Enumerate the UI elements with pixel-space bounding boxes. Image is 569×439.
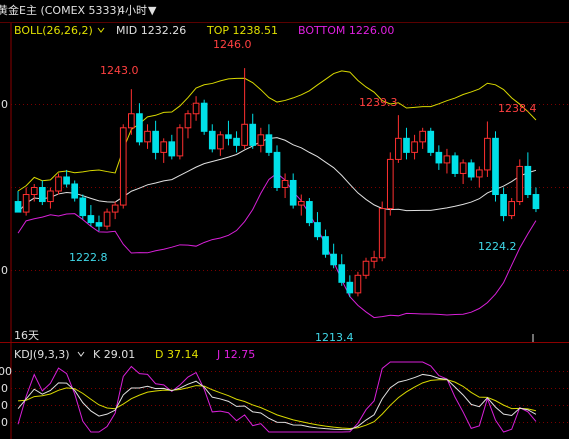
candle-down xyxy=(314,222,321,238)
candle-up xyxy=(370,257,378,262)
price-chart[interactable]: 黄金E主 (COMEX 5333) 4小时 ▼ BOLL(26,26,2) MI… xyxy=(0,0,569,439)
candle-up xyxy=(217,134,224,150)
candle-up xyxy=(241,123,248,146)
kdj-d-value: D 37.14 xyxy=(155,348,198,361)
candle-up xyxy=(160,141,168,153)
candle-down xyxy=(63,176,70,185)
period-selector[interactable]: 4小时 xyxy=(118,4,147,17)
candle-up xyxy=(419,130,426,143)
candle-up xyxy=(184,113,192,129)
candle-down xyxy=(322,236,329,255)
candle-down xyxy=(492,137,499,196)
candle-down xyxy=(306,201,313,224)
candle-up xyxy=(297,201,305,206)
instrument-title: 黄金E主 (COMEX 5333) xyxy=(0,3,121,17)
candle-down xyxy=(200,102,208,132)
chevron-down-icon[interactable] xyxy=(97,27,105,33)
candle-up xyxy=(47,190,54,203)
kdj-k-value: K 29.01 xyxy=(93,348,135,361)
boll-bottom-line xyxy=(17,172,537,319)
candle-up xyxy=(103,211,111,227)
low-label: 1224.2 xyxy=(478,240,517,253)
kdj-j-value: J 12.75 xyxy=(216,348,255,361)
candle-down xyxy=(71,183,79,199)
candle-down xyxy=(38,187,46,203)
candle-up xyxy=(362,260,370,276)
candle-down xyxy=(14,201,22,213)
candle-up xyxy=(443,155,451,164)
candle-up xyxy=(30,187,38,196)
boll-mid-value: MID 1232.26 xyxy=(116,24,186,37)
high-label: 1243.0 xyxy=(100,64,139,77)
candle-down xyxy=(346,281,354,294)
boll-indicator-label[interactable]: BOLL(26,26,2) xyxy=(14,24,93,37)
candle-up xyxy=(281,179,289,189)
kdj-indicator-label[interactable]: KDJ(9,3,3) xyxy=(14,348,70,361)
candle-up xyxy=(111,204,119,213)
candle-down xyxy=(249,123,257,146)
candle-up xyxy=(508,201,516,217)
high-label: 1246.0 xyxy=(213,38,252,51)
boll-top-value: TOP 1238.51 xyxy=(206,24,278,37)
candle-down xyxy=(435,151,443,164)
candle-down xyxy=(168,141,176,157)
candle-down xyxy=(427,130,435,153)
candle-up xyxy=(411,141,418,153)
kdj-axis-label: 00 xyxy=(0,365,12,378)
low-label: 1213.4 xyxy=(315,331,354,344)
candle-up xyxy=(128,113,135,129)
candle-up xyxy=(176,127,184,157)
kdj-lines xyxy=(17,361,537,433)
candle-up xyxy=(395,137,402,160)
high-label: 1238.4 xyxy=(498,102,537,115)
candle-down xyxy=(500,194,507,217)
price-annotations: 1243.0 1246.0 1239.3 1238.4 1222.8 1213.… xyxy=(69,38,537,344)
chevron-down-icon[interactable]: ▼ xyxy=(148,4,157,17)
candle-up xyxy=(516,165,524,203)
candle-up xyxy=(475,169,483,178)
kdj-axis-label: 0 xyxy=(1,382,8,395)
candle-down xyxy=(79,197,87,217)
candle-up xyxy=(484,137,491,171)
candle-up xyxy=(354,274,362,294)
high-label: 1239.3 xyxy=(359,96,398,109)
chart-grid xyxy=(0,22,569,439)
candle-down xyxy=(524,165,532,196)
candle-up xyxy=(257,134,265,146)
candle-up xyxy=(192,102,200,115)
candle-down xyxy=(233,137,240,146)
candle-down xyxy=(136,113,143,143)
kdj-axis-label: 0 xyxy=(1,399,8,412)
candle-down xyxy=(225,134,232,139)
price-axis-label: 0 xyxy=(1,98,8,111)
candle-up xyxy=(22,194,30,213)
boll-bottom-value: BOTTOM 1226.00 xyxy=(298,24,394,37)
period-count-label: 16天 xyxy=(14,329,39,342)
candle-up xyxy=(119,127,127,206)
candle-down xyxy=(265,134,273,153)
candle-down xyxy=(208,130,216,150)
candle-down xyxy=(273,151,281,188)
candle-down xyxy=(87,215,95,224)
chevron-down-icon[interactable] xyxy=(77,351,85,357)
candle-down xyxy=(338,264,346,283)
candle-up xyxy=(378,208,386,259)
candle-down xyxy=(451,155,459,174)
kdj-j-line xyxy=(17,361,537,433)
candle-down xyxy=(152,130,159,153)
candle-up xyxy=(55,176,62,192)
kdj-axis-label: 0 xyxy=(1,416,8,429)
candle-down xyxy=(532,194,540,210)
candle-up xyxy=(386,158,394,210)
bollinger-bands xyxy=(17,70,537,319)
candle-down xyxy=(289,179,297,206)
candle-up xyxy=(144,130,151,143)
candle-down xyxy=(467,162,475,178)
candle-down xyxy=(95,222,103,227)
candle-up xyxy=(459,162,467,174)
candle-down xyxy=(330,253,337,266)
price-axis-label: 0 xyxy=(1,264,8,277)
low-label: 1222.8 xyxy=(69,251,108,264)
candle-down xyxy=(403,137,410,153)
